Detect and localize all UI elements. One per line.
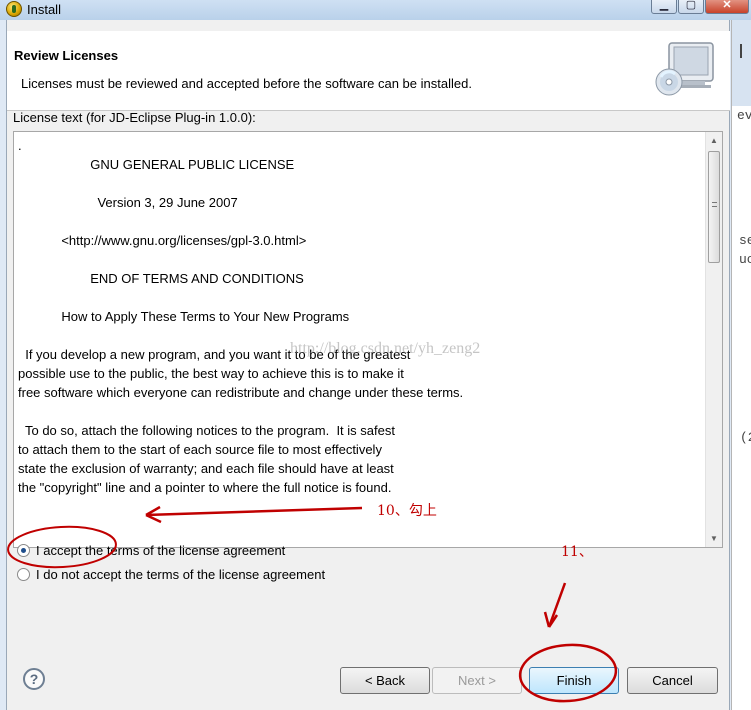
decline-license-option[interactable]: I do not accept the terms of the license… bbox=[17, 567, 325, 582]
decline-radio[interactable] bbox=[17, 568, 30, 581]
background-window-toolbar bbox=[732, 20, 751, 106]
scroll-up-icon[interactable]: ▲ bbox=[706, 132, 722, 149]
help-icon[interactable]: ? bbox=[23, 668, 45, 690]
close-button[interactable]: ✕ bbox=[705, 0, 749, 14]
finish-button[interactable]: Finish bbox=[529, 667, 619, 694]
cancel-button[interactable]: Cancel bbox=[627, 667, 718, 694]
license-text-label: License text (for JD-Eclipse Plug-in 1.0… bbox=[13, 110, 256, 125]
annotation-step-10: 10、勾上 bbox=[377, 503, 437, 519]
title-bar[interactable]: Install ▁ ▢ ✕ bbox=[0, 0, 751, 20]
scroll-down-icon[interactable]: ▼ bbox=[706, 530, 722, 547]
next-button[interactable]: Next > bbox=[432, 667, 522, 694]
decline-radio-label[interactable]: I do not accept the terms of the license… bbox=[36, 567, 325, 582]
background-divider-icon bbox=[740, 44, 751, 58]
page-title: Review Licenses bbox=[14, 48, 119, 63]
window-title: Install bbox=[27, 2, 61, 17]
minimize-button[interactable]: ▁ bbox=[651, 0, 677, 14]
accept-radio[interactable] bbox=[17, 544, 30, 557]
window-controls: ▁ ▢ ✕ bbox=[650, 0, 749, 14]
computer-cd-icon bbox=[655, 42, 714, 96]
scrollbar-thumb[interactable] bbox=[708, 151, 720, 263]
background-text-fragment: uc bbox=[739, 252, 751, 267]
background-window: ev se uc (2 bbox=[731, 20, 751, 710]
annotation-step-11: 11、 bbox=[561, 544, 593, 560]
page-description: Licenses must be reviewed and accepted b… bbox=[21, 76, 472, 91]
background-text-fragment: se bbox=[739, 233, 751, 248]
license-text-area[interactable]: . GNU GENERAL PUBLIC LICENSE Version 3, … bbox=[13, 131, 723, 548]
background-text-fragment: (2 bbox=[740, 430, 751, 445]
accept-license-option[interactable]: I accept the terms of the license agreem… bbox=[17, 543, 285, 558]
install-dialog: Review Licenses Licenses must be reviewe… bbox=[6, 20, 730, 710]
maximize-button[interactable]: ▢ bbox=[678, 0, 704, 14]
background-text-fragment: ev bbox=[737, 108, 751, 123]
license-scrollbar[interactable]: ▲ ▼ bbox=[705, 132, 722, 547]
watermark: http://blog.csdn.net/yh_zeng2 bbox=[290, 340, 481, 357]
accept-radio-label[interactable]: I accept the terms of the license agreem… bbox=[36, 543, 285, 558]
dialog-banner: Review Licenses Licenses must be reviewe… bbox=[7, 31, 730, 111]
grip-icon bbox=[712, 202, 717, 207]
back-button[interactable]: < Back bbox=[340, 667, 430, 694]
eclipse-app-icon bbox=[6, 1, 22, 17]
